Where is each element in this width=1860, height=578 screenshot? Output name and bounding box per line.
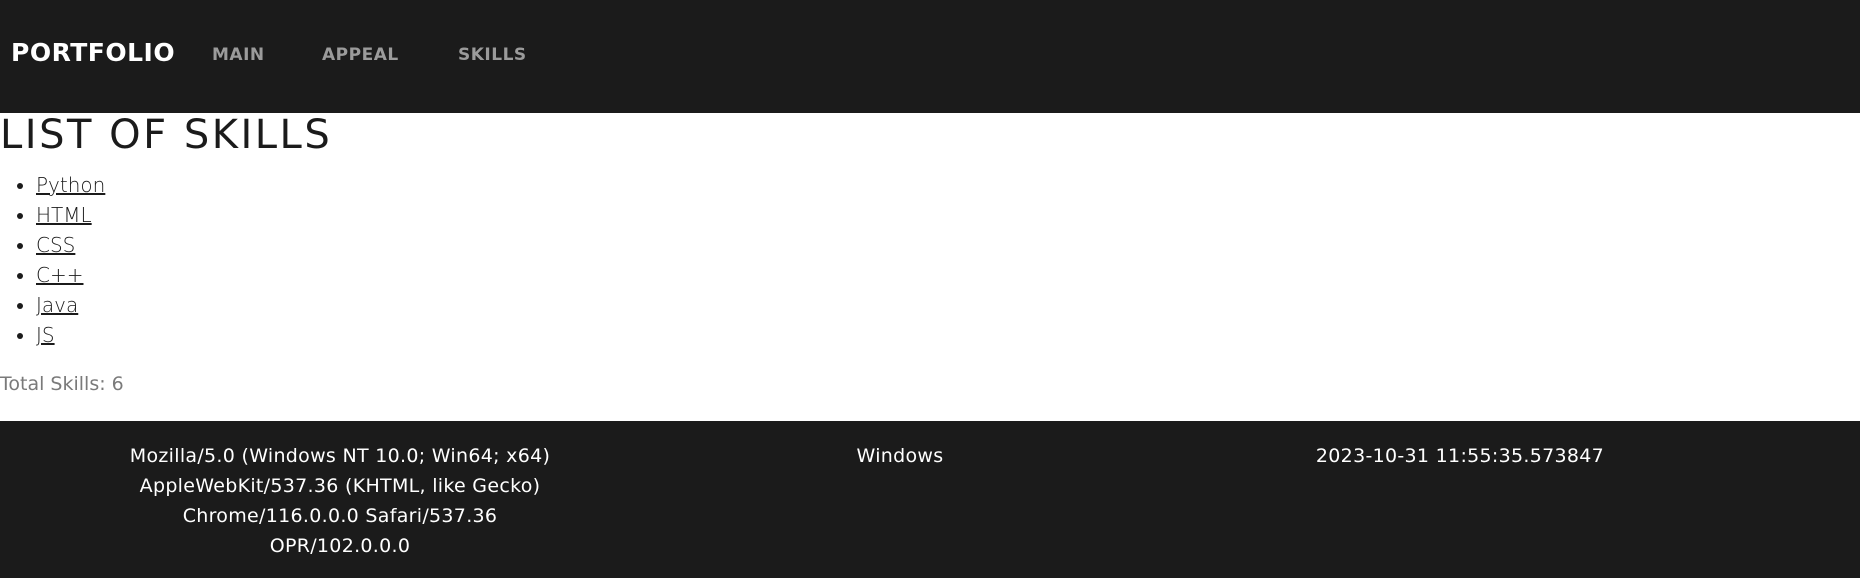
skill-link-html[interactable]: HTML xyxy=(36,203,92,227)
skill-link-js[interactable]: JS xyxy=(36,323,55,347)
user-agent-line: Mozilla/5.0 (Windows NT 10.0; Win64; x64… xyxy=(129,445,551,467)
user-agent-line: AppleWebKit/537.36 (KHTML, like Gecko) xyxy=(139,475,541,497)
list-item: C++ xyxy=(36,260,105,290)
user-agent-text: Mozilla/5.0 (Windows NT 10.0; Win64; x64… xyxy=(100,441,580,561)
skill-link-python[interactable]: Python xyxy=(36,173,105,197)
skill-link-java[interactable]: Java xyxy=(36,293,78,317)
user-agent-line: OPR/102.0.0.0 xyxy=(269,535,411,557)
brand-link[interactable]: PORTFOLIO xyxy=(11,38,175,67)
list-item: Java xyxy=(36,290,105,320)
os-text: Windows xyxy=(856,445,944,467)
list-item: JS xyxy=(36,320,105,350)
nav-link-skills[interactable]: SKILLS xyxy=(458,45,527,65)
list-item: HTML xyxy=(36,200,105,230)
skills-list: Python HTML CSS C++ Java JS xyxy=(0,170,105,350)
user-agent-line: Chrome/116.0.0.0 Safari/537.36 xyxy=(182,505,498,527)
skill-link-css[interactable]: CSS xyxy=(36,233,75,257)
footer: Mozilla/5.0 (Windows NT 10.0; Win64; x64… xyxy=(0,421,1860,578)
list-item: CSS xyxy=(36,230,105,260)
total-skills-count: Total Skills: 6 xyxy=(0,373,124,395)
page-title: LIST OF SKILLS xyxy=(0,112,333,158)
navbar: PORTFOLIO MAIN APPEAL SKILLS xyxy=(0,0,1860,113)
list-item: Python xyxy=(36,170,105,200)
timestamp-text: 2023-10-31 11:55:35.573847 xyxy=(1315,445,1605,467)
nav-link-main[interactable]: MAIN xyxy=(212,45,265,65)
nav-link-appeal[interactable]: APPEAL xyxy=(322,45,399,65)
skill-link-cpp[interactable]: C++ xyxy=(36,263,83,287)
